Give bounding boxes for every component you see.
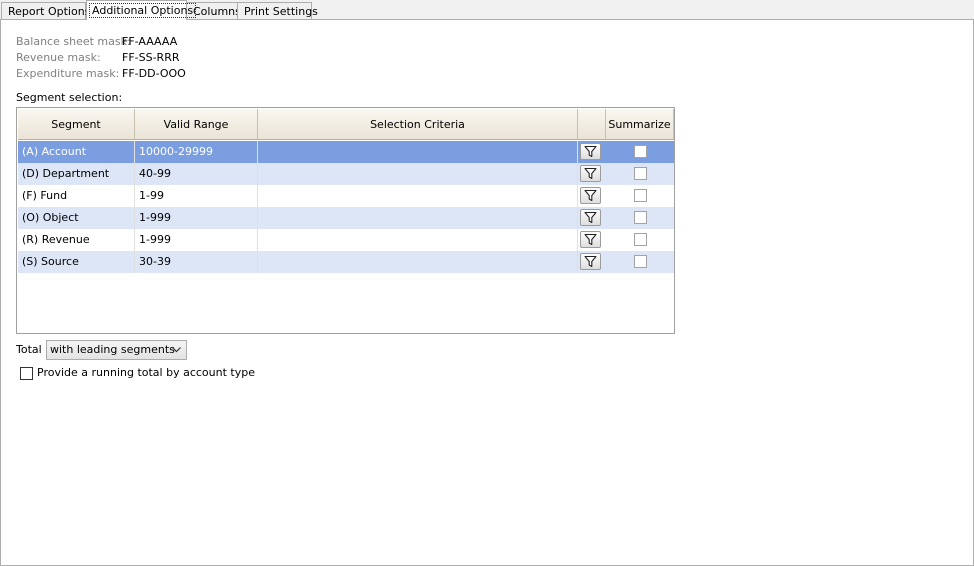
funnel-icon — [584, 189, 597, 202]
column-header-summarize[interactable]: Summarize — [606, 109, 674, 140]
valid-range-cell[interactable]: 1-999 — [135, 229, 258, 251]
table-row[interactable]: (A) Account 10000-29999 — [18, 141, 674, 163]
summarize-checkbox[interactable] — [634, 255, 647, 268]
valid-range-cell[interactable]: 1-99 — [135, 185, 258, 207]
table-row[interactable]: (R) Revenue 1-999 — [18, 229, 674, 251]
tab-label: Additional Options — [89, 3, 197, 18]
column-header-filter — [578, 109, 606, 140]
selection-criteria-cell[interactable] — [258, 251, 578, 273]
table-row[interactable]: (F) Fund 1-99 — [18, 185, 674, 207]
funnel-icon — [584, 167, 597, 180]
tab-label: Report Options — [8, 5, 91, 18]
total-label: Total — [16, 343, 42, 356]
table-row[interactable]: (S) Source 30-39 — [18, 251, 674, 273]
tab-print-settings[interactable]: Print Settings — [237, 2, 318, 19]
tab-strip: Report Options Additional Options Column… — [0, 0, 974, 20]
summarize-checkbox[interactable] — [634, 167, 647, 180]
table-row[interactable]: (O) Object 1-999 — [18, 207, 674, 229]
funnel-icon — [584, 145, 597, 158]
filter-button[interactable] — [580, 253, 601, 270]
revenue-mask-value: FF-SS-RRR — [122, 51, 180, 64]
segment-grid: Segment Valid Range Selection Criteria S… — [16, 107, 675, 334]
balance-sheet-mask-value: FF-AAAAA — [122, 35, 178, 48]
column-header-valid-range[interactable]: Valid Range — [135, 109, 258, 140]
chevron-down-icon — [172, 347, 181, 353]
running-total-checkbox[interactable] — [20, 367, 33, 380]
selection-criteria-cell[interactable] — [258, 229, 578, 251]
tab-label: Print Settings — [244, 5, 318, 18]
segment-cell[interactable]: (O) Object — [18, 207, 135, 229]
selection-criteria-cell[interactable] — [258, 141, 578, 163]
filter-button[interactable] — [580, 209, 601, 226]
funnel-icon — [584, 255, 597, 268]
additional-options-panel: Balance sheet mask: FF-AAAAA Revenue mas… — [0, 19, 974, 566]
summarize-checkbox[interactable] — [634, 145, 647, 158]
running-total-label: Provide a running total by account type — [37, 366, 255, 379]
segment-selection-label: Segment selection: — [16, 91, 123, 104]
valid-range-cell[interactable]: 30-39 — [135, 251, 258, 273]
filter-button[interactable] — [580, 231, 601, 248]
funnel-icon — [584, 233, 597, 246]
filter-button[interactable] — [580, 187, 601, 204]
valid-range-cell[interactable]: 40-99 — [135, 163, 258, 185]
segment-cell[interactable]: (R) Revenue — [18, 229, 135, 251]
balance-sheet-mask-label: Balance sheet mask: — [16, 35, 131, 48]
tab-report-options[interactable]: Report Options — [1, 2, 90, 19]
total-dropdown[interactable]: with leading segments — [46, 340, 187, 360]
valid-range-cell[interactable]: 1-999 — [135, 207, 258, 229]
tab-additional-options[interactable]: Additional Options — [86, 0, 197, 20]
segment-cell[interactable]: (F) Fund — [18, 185, 135, 207]
revenue-mask-label: Revenue mask: — [16, 51, 101, 64]
tab-label: Columns — [193, 5, 241, 18]
filter-button[interactable] — [580, 143, 601, 160]
filter-button[interactable] — [580, 165, 601, 182]
selection-criteria-cell[interactable] — [258, 207, 578, 229]
total-dropdown-value: with leading segments — [50, 343, 175, 356]
column-header-segment[interactable]: Segment — [18, 109, 135, 140]
expenditure-mask-value: FF-DD-OOO — [122, 67, 186, 80]
summarize-checkbox[interactable] — [634, 189, 647, 202]
selection-criteria-cell[interactable] — [258, 185, 578, 207]
column-header-selection-criteria[interactable]: Selection Criteria — [258, 109, 578, 140]
funnel-icon — [584, 211, 597, 224]
segment-cell[interactable]: (S) Source — [18, 251, 135, 273]
summarize-checkbox[interactable] — [634, 233, 647, 246]
selection-criteria-cell[interactable] — [258, 163, 578, 185]
valid-range-cell[interactable]: 10000-29999 — [135, 141, 258, 163]
expenditure-mask-label: Expenditure mask: — [16, 67, 120, 80]
summarize-checkbox[interactable] — [634, 211, 647, 224]
segment-cell[interactable]: (D) Department — [18, 163, 135, 185]
segment-cell[interactable]: (A) Account — [18, 141, 135, 163]
table-row[interactable]: (D) Department 40-99 — [18, 163, 674, 185]
